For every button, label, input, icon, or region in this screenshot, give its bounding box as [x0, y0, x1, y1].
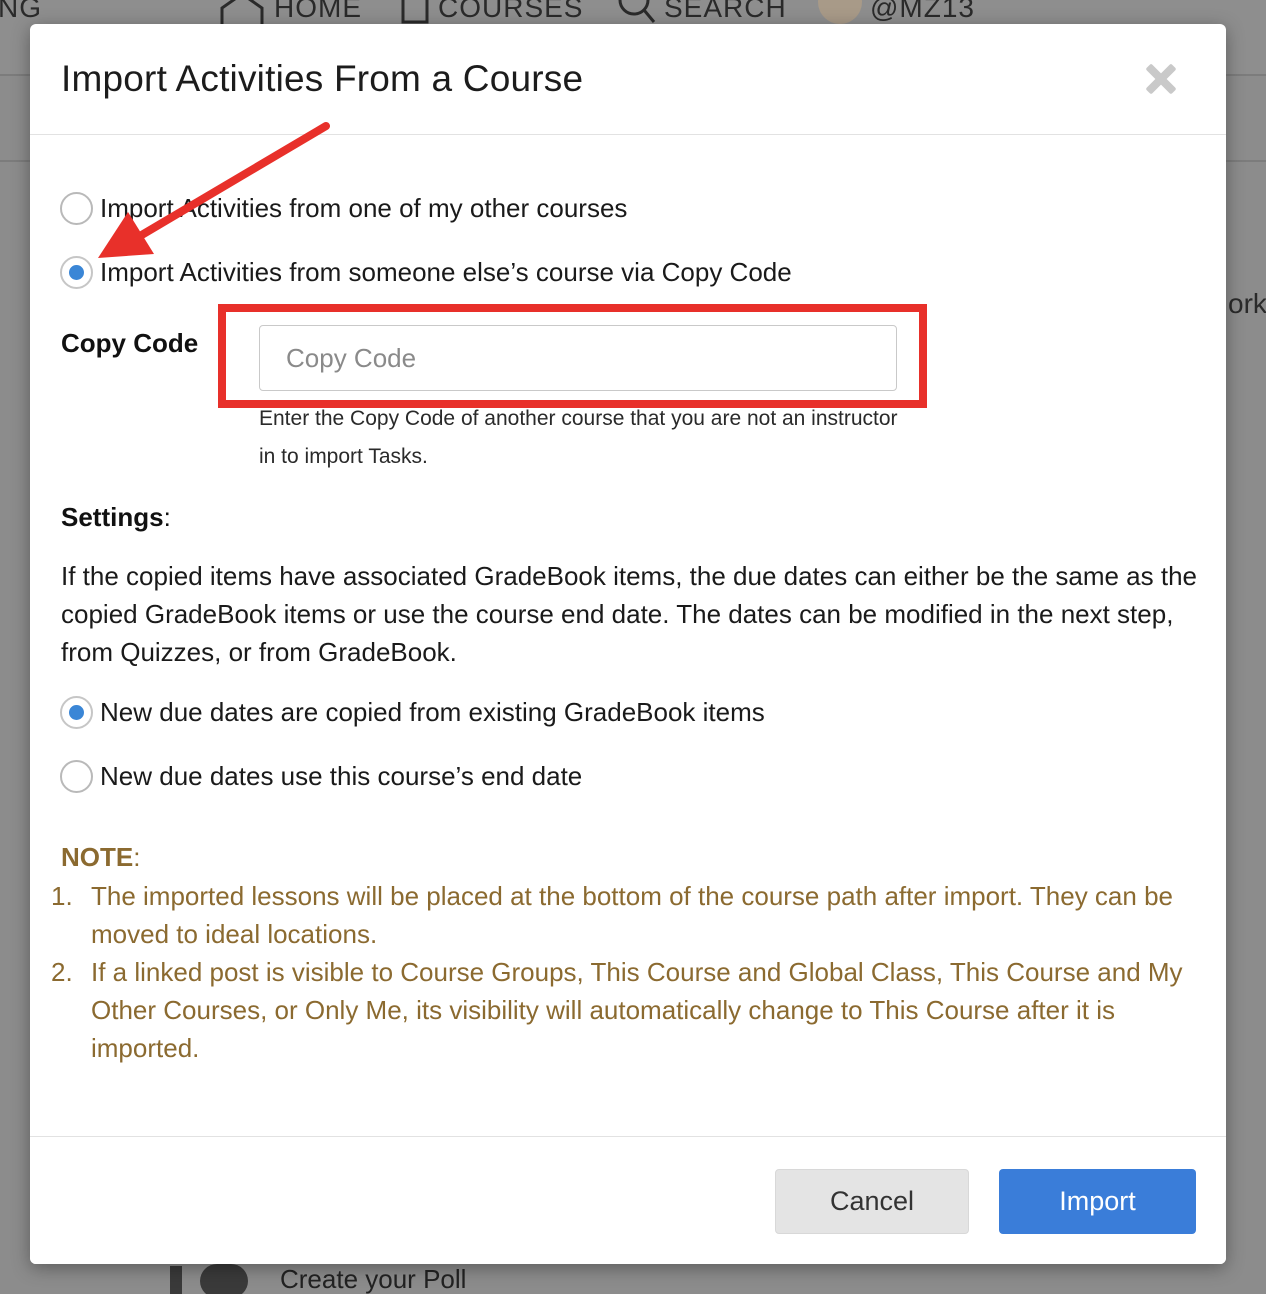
background-poll-item: Create your Poll [170, 1262, 466, 1294]
radio-option-label: New due dates are copied from existing G… [100, 697, 765, 727]
background-nav-courses: COURSES [400, 0, 583, 24]
note-item-text: If a linked post is visible to Course Gr… [91, 957, 1183, 1063]
radio-button[interactable] [60, 192, 93, 225]
note-item: 1. The imported lessons will be placed a… [51, 877, 1211, 953]
book-icon [401, 0, 429, 24]
background-nav-partial: NG [0, 0, 42, 24]
home-icon [220, 0, 264, 24]
radio-option-copy-code[interactable]: Import Activities from someone else’s co… [60, 256, 792, 289]
radio-option-label: Import Activities from someone else’s co… [100, 257, 792, 287]
copy-code-input[interactable] [259, 325, 897, 391]
background-partial-text: ork [1228, 288, 1266, 319]
radio-button[interactable] [60, 760, 93, 793]
copy-code-help-text: Enter the Copy Code of another course th… [259, 407, 898, 468]
background-nav-home-label: HOME [274, 0, 362, 23]
note-section: NOTE: 1. The imported lessons will be pl… [51, 842, 1211, 1067]
settings-colon: : [163, 502, 171, 532]
background-nav-home: HOME [218, 0, 362, 24]
search-icon [618, 0, 656, 23]
note-item: 2. If a linked post is visible to Course… [51, 953, 1211, 1067]
settings-description: If the copied items have associated Grad… [61, 561, 1198, 667]
import-button[interactable]: Import [999, 1169, 1196, 1234]
radio-option-copy-due-dates[interactable]: New due dates are copied from existing G… [60, 696, 765, 729]
background-nav-partial-label: NG [0, 0, 42, 23]
note-item-number: 1. [51, 881, 73, 911]
background-nav-user: @MZ13 [818, 0, 975, 24]
background-poll-label: Create your Poll [280, 1263, 467, 1294]
settings-heading: Settings: [61, 502, 171, 533]
close-icon[interactable] [1142, 60, 1180, 98]
note-item-number: 2. [51, 957, 73, 987]
background-nav-search: SEARCH [616, 0, 787, 24]
note-colon: : [133, 842, 141, 872]
toggle-icon [170, 1262, 250, 1294]
radio-option-label: New due dates use this course’s end date [100, 761, 583, 791]
note-label: NOTE [61, 842, 134, 872]
radio-option-course-end-date[interactable]: New due dates use this course’s end date [60, 760, 582, 793]
copy-code-label: Copy Code [61, 328, 199, 358]
radio-button-selected[interactable] [60, 256, 93, 289]
cancel-button[interactable]: Cancel [775, 1169, 969, 1234]
modal-title: Import Activities From a Course [61, 58, 584, 99]
background-nav-courses-label: COURSES [438, 0, 584, 23]
note-heading: NOTE: [61, 842, 1211, 873]
note-list: 1. The imported lessons will be placed a… [51, 877, 1211, 1067]
import-activities-modal: Import Activities From a Course Import A… [30, 24, 1226, 1264]
settings-label: Settings [61, 502, 164, 532]
background-nav-search-label: SEARCH [664, 0, 787, 23]
modal-header: Import Activities From a Course [30, 24, 1226, 135]
note-item-text: The imported lessons will be placed at t… [91, 881, 1173, 949]
radio-option-label: Import Activities from one of my other c… [100, 193, 628, 223]
modal-footer: Cancel Import [30, 1136, 1226, 1264]
background-nav-user-label: @MZ13 [870, 0, 975, 23]
radio-option-my-courses[interactable]: Import Activities from one of my other c… [60, 192, 627, 225]
radio-button-selected[interactable] [60, 696, 93, 729]
avatar [818, 0, 862, 24]
